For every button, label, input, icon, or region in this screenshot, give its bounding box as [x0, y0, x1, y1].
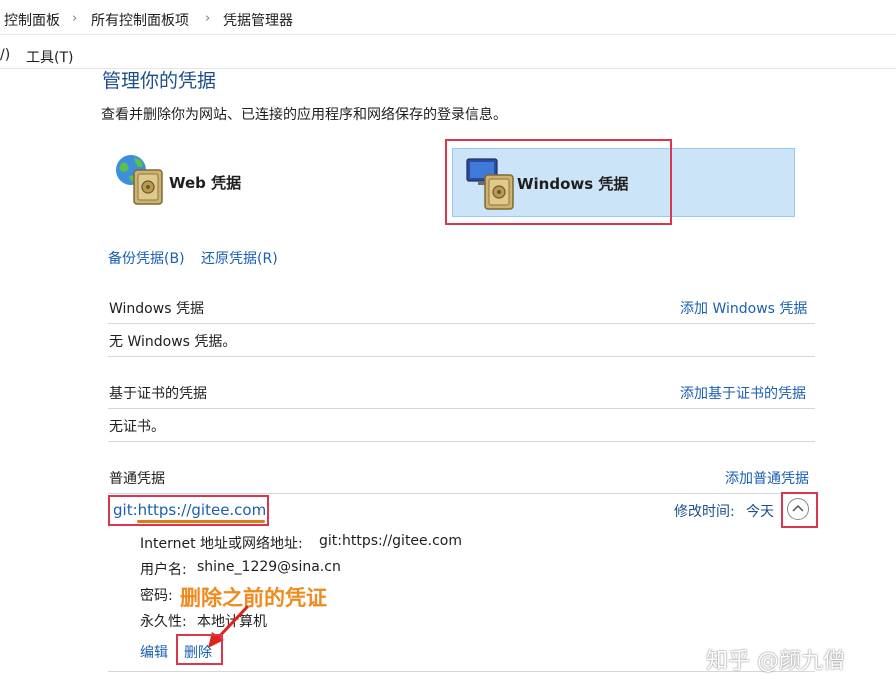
- menu-item-tools[interactable]: 工具(T): [26, 47, 73, 67]
- page-title: 管理你的凭据: [102, 70, 217, 92]
- section-divider: [108, 493, 815, 494]
- section-divider: [108, 441, 815, 442]
- highlight-box-collapse: [781, 492, 818, 528]
- page-description: 查看并删除你为网站、已连接的应用程序和网络保存的登录信息。: [101, 107, 507, 123]
- cert-credentials-section-title: 基于证书的凭据: [109, 386, 207, 402]
- section-divider: [108, 408, 815, 409]
- windows-credentials-section-title: Windows 凭据: [109, 301, 204, 317]
- credential-username-value: shine_1229@sina.cn: [197, 559, 341, 575]
- backup-credentials-link[interactable]: 备份凭据(B): [108, 248, 185, 268]
- credential-address-label: Internet 地址或网络地址:: [140, 536, 303, 552]
- menu-item-view-partial[interactable]: /): [0, 47, 10, 63]
- edit-credential-link[interactable]: 编辑: [140, 642, 168, 662]
- credential-address-value: git:https://gitee.com: [319, 533, 463, 549]
- breadcrumb-separator: ›: [205, 11, 211, 26]
- section-divider: [108, 323, 815, 324]
- credential-username-label: 用户名:: [140, 562, 187, 578]
- web-credentials-tile[interactable]: Web 凭据: [114, 150, 414, 212]
- cert-credentials-empty-text: 无证书。: [109, 419, 165, 435]
- credential-password-label: 密码:: [140, 588, 173, 604]
- breadcrumb-credential-manager[interactable]: 凭据管理器: [223, 10, 293, 30]
- restore-credentials-link[interactable]: 还原凭据(R): [201, 248, 278, 268]
- windows-credentials-empty-text: 无 Windows 凭据。: [109, 334, 237, 350]
- highlight-box-delete: [176, 634, 223, 665]
- highlight-box-windows-tile: [445, 139, 672, 225]
- credential-modified-value: 今天: [746, 504, 774, 520]
- add-cert-credential-link[interactable]: 添加基于证书的凭据: [680, 383, 806, 403]
- breadcrumb-divider: [0, 34, 896, 35]
- breadcrumb-control-panel[interactable]: 控制面板: [4, 10, 60, 30]
- credential-modified-label: 修改时间:: [674, 504, 735, 520]
- add-generic-credential-link[interactable]: 添加普通凭据: [725, 468, 809, 488]
- section-divider: [108, 356, 815, 357]
- credential-persistence-label: 永久性:: [140, 614, 187, 630]
- breadcrumb-separator: ›: [72, 11, 78, 26]
- watermark-text: 知乎 @颜九僧: [706, 649, 845, 674]
- web-credentials-label: Web 凭据: [169, 174, 242, 192]
- web-credential-vault-icon: [116, 155, 163, 205]
- highlight-box-credential-name: [108, 495, 269, 526]
- breadcrumb-all-items[interactable]: 所有控制面板项: [91, 10, 189, 30]
- generic-credentials-section-title: 普通凭据: [109, 471, 165, 487]
- add-windows-credential-link[interactable]: 添加 Windows 凭据: [680, 298, 807, 318]
